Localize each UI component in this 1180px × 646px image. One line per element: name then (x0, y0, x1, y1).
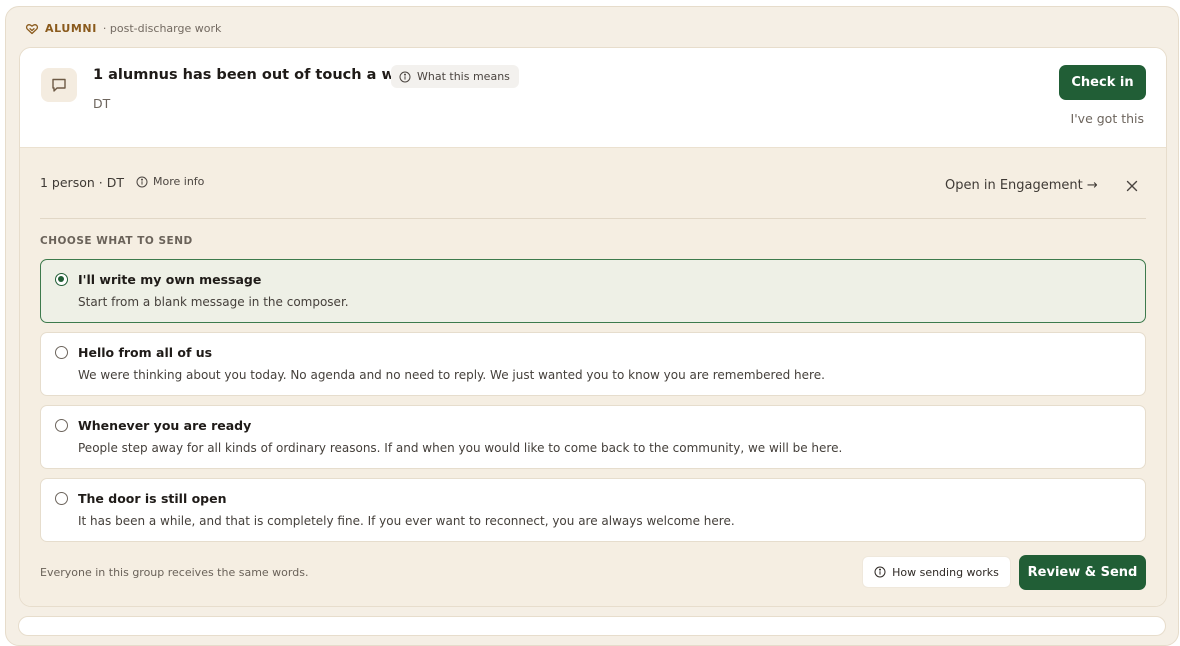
alumni-section: ALUMNI · post-discharge work 1 alumnus h… (5, 6, 1179, 646)
option-title: The door is still open (78, 491, 227, 506)
close-icon[interactable] (1124, 178, 1140, 194)
info-circle-icon (874, 566, 886, 578)
message-option[interactable]: Whenever you are ready People step away … (40, 405, 1146, 469)
outreach-card: 1 alumnus has been out of touch a while … (19, 47, 1167, 607)
heart-hands-icon (25, 21, 39, 35)
card-header: 1 alumnus has been out of touch a while … (20, 48, 1166, 148)
check-in-button[interactable]: Check in (1059, 65, 1146, 100)
radio-button[interactable] (55, 419, 68, 432)
people-count: 1 person · DT (40, 175, 124, 190)
section-label: ALUMNI (45, 21, 97, 35)
how-sending-works-button[interactable]: How sending works (862, 556, 1011, 588)
option-description: We were thinking about you today. No age… (78, 368, 825, 382)
divider (40, 218, 1146, 219)
message-option[interactable]: Hello from all of us We were thinking ab… (40, 332, 1146, 396)
info-circle-icon (136, 176, 148, 188)
message-options: I'll write my own message Start from a b… (40, 259, 1146, 551)
next-card-edge (18, 616, 1166, 636)
what-this-means-button[interactable]: What this means (391, 65, 519, 88)
radio-button[interactable] (55, 273, 68, 286)
option-description: It has been a while, and that is complet… (78, 514, 735, 528)
option-title: I'll write my own message (78, 272, 262, 287)
how-sending-works-label: How sending works (892, 565, 999, 579)
same-words-note: Everyone in this group receives the same… (40, 566, 309, 579)
info-circle-icon (399, 71, 411, 83)
open-in-engagement-link[interactable]: Open in Engagement → (945, 178, 1098, 193)
review-and-send-button[interactable]: Review & Send (1019, 555, 1146, 590)
more-info-button[interactable]: More info (136, 175, 204, 188)
more-info-label: More info (153, 175, 205, 188)
ive-got-this-link[interactable]: I've got this (1071, 111, 1144, 126)
message-option[interactable]: I'll write my own message Start from a b… (40, 259, 1146, 323)
radio-button[interactable] (55, 492, 68, 505)
chat-bubble-icon (41, 68, 77, 102)
recipient-initials: DT (93, 96, 111, 111)
option-title: Whenever you are ready (78, 418, 252, 433)
option-description: Start from a blank message in the compos… (78, 295, 349, 309)
card-title: 1 alumnus has been out of touch a while (93, 67, 425, 83)
option-title: Hello from all of us (78, 345, 213, 360)
option-description: People step away for all kinds of ordina… (78, 441, 843, 455)
section-header: ALUMNI · post-discharge work (25, 20, 221, 36)
section-sublabel: · post-discharge work (102, 21, 222, 35)
message-option[interactable]: The door is still open It has been a whi… (40, 478, 1146, 542)
radio-button[interactable] (55, 346, 68, 359)
choose-what-to-send-label: CHOOSE WHAT TO SEND (40, 235, 193, 247)
send-panel: 1 person · DT More info Open in Engageme… (20, 147, 1166, 606)
what-this-means-label: What this means (417, 70, 510, 83)
